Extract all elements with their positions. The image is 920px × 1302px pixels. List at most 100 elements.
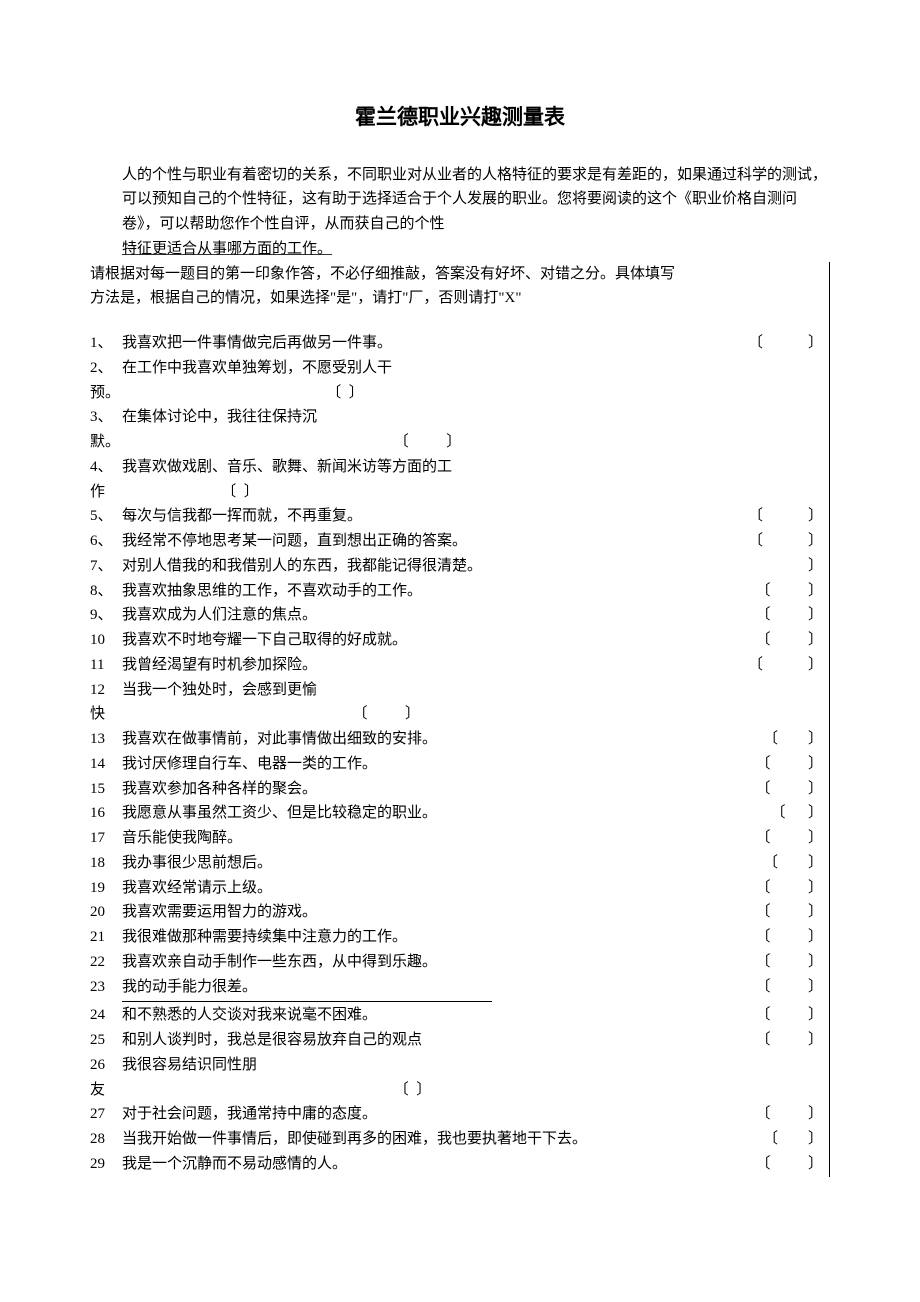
question-number: 14 xyxy=(90,752,122,777)
question-text: 我喜欢经常请示上级。 xyxy=(122,876,755,901)
question-row: 19我喜欢经常请示上级。〔 〕 xyxy=(90,876,823,901)
question-row: 25和别人谈判时，我总是很容易放弃自己的观点〔 〕 xyxy=(90,1028,823,1053)
document-title: 霍兰德职业兴趣测量表 xyxy=(90,100,830,135)
question-text: 我很难做那种需要持续集中注意力的工作。 xyxy=(122,925,755,950)
question-text: 我喜欢把一件事情做完后再做另一件事。 xyxy=(122,331,748,356)
instruction-line-1: 请根据对每一题目的第一印象作答，不必仔细推敲，答案没有好坏、对错之分。具体填写 xyxy=(90,262,823,287)
question-number: 26 xyxy=(90,1053,122,1078)
answer-bracket[interactable]: 〔 〕 xyxy=(755,1003,823,1028)
answer-bracket[interactable]: 〔 〕 xyxy=(755,975,823,1000)
question-wrap: 友 〔 〕 xyxy=(90,1078,823,1103)
question-text: 我是一个沉静而不易动感情的人。 xyxy=(122,1152,755,1177)
question-row: 29我是一个沉静而不易动感情的人。〔 〕 xyxy=(90,1152,823,1177)
question-number: 11 xyxy=(90,653,122,678)
answer-bracket[interactable]: 〔 〕 xyxy=(755,1028,823,1053)
question-row: 18我办事很少思前想后。〔 〕 xyxy=(90,851,823,876)
answer-bracket[interactable]: 〔 〕 xyxy=(755,579,823,604)
question-number: 10 xyxy=(90,628,122,653)
answer-bracket[interactable]: 〔 〕 xyxy=(326,381,364,406)
question-text: 当我一个独处时，会感到更愉 xyxy=(122,678,823,703)
divider-line xyxy=(122,1001,492,1002)
question-number: 29 xyxy=(90,1152,122,1177)
intro-block: 人的个性与职业有着密切的关系，不同职业对从业者的人格特征的要求是有差距的，如果通… xyxy=(90,163,830,262)
answer-bracket[interactable]: 〔 〕 xyxy=(763,1127,823,1152)
question-row: 22我喜欢亲自动手制作一些东西，从中得到乐趣。〔 〕 xyxy=(90,950,823,975)
answer-bracket[interactable]: 〔 〕 xyxy=(755,628,823,653)
answer-bracket[interactable]: 〔 〕 xyxy=(748,529,823,554)
answer-bracket[interactable]: 〔 〕 xyxy=(748,653,823,678)
question-text: 在工作中我喜欢单独筹划，不愿受别人干 xyxy=(122,356,823,381)
question-number: 28 xyxy=(90,1127,122,1152)
answer-bracket[interactable]: 〔 〕 xyxy=(755,1152,823,1177)
question-text: 当我开始做一件事情后，即使碰到再多的困难，我也要执著地干下去。 xyxy=(122,1127,763,1152)
question-number: 15 xyxy=(90,777,122,802)
question-wrap-text: 作 xyxy=(90,480,105,505)
question-row: 10我喜欢不时地夸耀一下自己取得的好成就。〔 〕 xyxy=(90,628,823,653)
question-number: 1、 xyxy=(90,331,122,356)
question-number: 27 xyxy=(90,1102,122,1127)
answer-bracket[interactable]: 〔 〕 xyxy=(763,727,823,752)
question-wrap: 预。 〔 〕 xyxy=(90,381,823,406)
answer-bracket[interactable]: 〔 〕 xyxy=(353,702,421,727)
question-row: 28当我开始做一件事情后，即使碰到再多的困难，我也要执著地干下去。〔 〕 xyxy=(90,1127,823,1152)
answer-bracket[interactable]: 〔 〕 xyxy=(755,826,823,851)
question-row: 23我的动手能力很差。〔 〕 xyxy=(90,975,823,1000)
question-row: 1、我喜欢把一件事情做完后再做另一件事。〔 〕 xyxy=(90,331,823,356)
question-text: 我曾经渴望有时机参加探险。 xyxy=(122,653,748,678)
question-text: 在集体讨论中，我往往保持沉 xyxy=(122,405,823,430)
answer-bracket[interactable]: 〔 〕 xyxy=(755,777,823,802)
answer-bracket[interactable]: 〔 〕 xyxy=(748,504,823,529)
question-row: 9、我喜欢成为人们注意的焦点。〔 〕 xyxy=(90,603,823,628)
question-row: 20我喜欢需要运用智力的游戏。〔 〕 xyxy=(90,900,823,925)
question-text: 和不熟悉的人交谈对我来说毫不困难。 xyxy=(122,1003,755,1028)
answer-bracket[interactable]: 〔 〕 xyxy=(755,752,823,777)
answer-bracket[interactable]: 〕 xyxy=(808,554,823,579)
question-row: 11我曾经渴望有时机参加探险。〔 〕 xyxy=(90,653,823,678)
instruction-block: 请根据对每一题目的第一印象作答，不必仔细推敲，答案没有好坏、对错之分。具体填写 … xyxy=(90,262,830,312)
question-text: 我愿意从事虽然工资少、但是比较稳定的职业。 xyxy=(122,801,770,826)
answer-bracket[interactable]: 〔 〕 xyxy=(394,1078,432,1103)
question-text: 我讨厌修理自行车、电器一类的工作。 xyxy=(122,752,755,777)
question-number: 9、 xyxy=(90,603,122,628)
question-text: 我喜欢在做事情前，对此事情做出细致的安排。 xyxy=(122,727,763,752)
answer-bracket[interactable]: 〔 〕 xyxy=(755,950,823,975)
answer-bracket[interactable]: 〔 〕 xyxy=(755,603,823,628)
question-wrap-text: 预。 xyxy=(90,381,120,406)
question-row: 21我很难做那种需要持续集中注意力的工作。〔 〕 xyxy=(90,925,823,950)
question-row: 12当我一个独处时，会感到更愉 xyxy=(90,678,823,703)
question-row: 14我讨厌修理自行车、电器一类的工作。〔 〕 xyxy=(90,752,823,777)
answer-bracket[interactable]: 〔 〕 xyxy=(755,900,823,925)
question-row: 6、我经常不停地思考某一问题，直到想出正确的答案。〔 〕 xyxy=(90,529,823,554)
answer-bracket[interactable]: 〔 〕 xyxy=(763,851,823,876)
question-row: 8、我喜欢抽象思维的工作，不喜欢动手的工作。〔 〕 xyxy=(90,579,823,604)
answer-bracket[interactable]: 〔 〕 xyxy=(221,480,259,505)
question-number: 24 xyxy=(90,1003,122,1028)
question-text: 我办事很少思前想后。 xyxy=(122,851,763,876)
question-text: 我很容易结识同性朋 xyxy=(122,1053,823,1078)
instruction-line-2: 方法是，根据自己的情况，如果选择"是"，请打"厂，否则请打"X" xyxy=(90,286,823,311)
answer-bracket[interactable]: 〔 〕 xyxy=(755,1102,823,1127)
question-text: 我喜欢亲自动手制作一些东西，从中得到乐趣。 xyxy=(122,950,755,975)
question-number: 8、 xyxy=(90,579,122,604)
question-number: 23 xyxy=(90,975,122,1000)
question-text: 我喜欢不时地夸耀一下自己取得的好成就。 xyxy=(122,628,755,653)
answer-bracket[interactable]: 〔 〕 xyxy=(394,430,462,455)
question-row: 27对于社会问题，我通常持中庸的态度。〔 〕 xyxy=(90,1102,823,1127)
question-text: 我喜欢抽象思维的工作，不喜欢动手的工作。 xyxy=(122,579,755,604)
question-text: 我喜欢做戏剧、音乐、歌舞、新闻米访等方面的工 xyxy=(122,455,823,480)
answer-bracket[interactable]: 〔 〕 xyxy=(748,331,823,356)
answer-bracket[interactable]: 〔 〕 xyxy=(755,876,823,901)
question-text: 我喜欢需要运用智力的游戏。 xyxy=(122,900,755,925)
question-wrap: 作 〔 〕 xyxy=(90,480,823,505)
answer-bracket[interactable]: 〔 〕 xyxy=(755,925,823,950)
question-number: 2、 xyxy=(90,356,122,381)
question-number: 3、 xyxy=(90,405,122,430)
question-wrap-text: 友 xyxy=(90,1078,105,1103)
question-number: 20 xyxy=(90,900,122,925)
question-number: 18 xyxy=(90,851,122,876)
question-text: 音乐能使我陶醉。 xyxy=(122,826,755,851)
question-number: 6、 xyxy=(90,529,122,554)
questions-list: 1、我喜欢把一件事情做完后再做另一件事。〔 〕2、在工作中我喜欢单独筹划，不愿受… xyxy=(90,331,830,1177)
question-number: 16 xyxy=(90,801,122,826)
answer-bracket[interactable]: 〔 〕 xyxy=(770,801,823,826)
